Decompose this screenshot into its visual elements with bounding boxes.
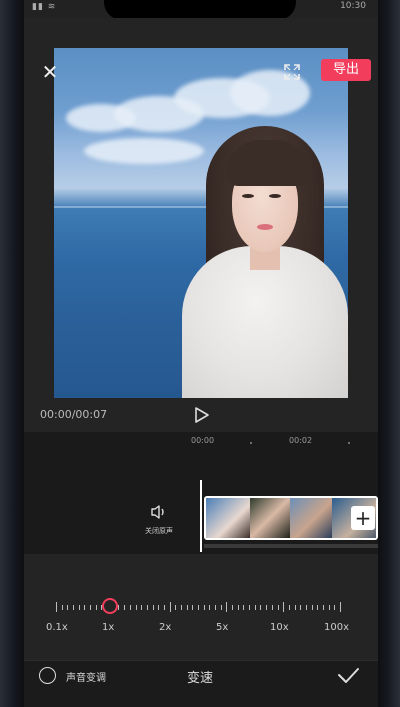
slider-tick: [95, 605, 97, 610]
clip-frame: [250, 498, 290, 538]
status-time: 10:30: [340, 1, 366, 11]
slider-tick: [226, 602, 228, 612]
speaker-icon: [151, 505, 164, 519]
eye: [269, 194, 281, 198]
slider-tick: [311, 605, 313, 610]
slider-tick: [84, 605, 86, 610]
speed-option[interactable]: 2x: [159, 622, 171, 633]
slider-tick: [141, 605, 143, 610]
slider-tick: [152, 605, 154, 610]
slider-tick: [192, 605, 194, 610]
ruler-dot: [250, 442, 252, 444]
slider-tick: [305, 605, 307, 610]
playback-time: 00:00/00:07: [40, 408, 108, 421]
slider-tick: [158, 605, 160, 610]
slider-tick: [118, 605, 120, 610]
timeline-ruler: 00:00 00:02: [24, 434, 378, 450]
signal-icon: ▮▮ ≋: [32, 2, 57, 12]
close-icon: ✕: [41, 60, 59, 84]
screen: ▮▮ ≋ 10:30 ✕ 导出 00:00/00:07 00:00 00:02 …: [24, 0, 378, 707]
speed-option[interactable]: 5x: [216, 622, 228, 633]
confirm-button[interactable]: [336, 664, 360, 686]
mute-original-audio-label: 关闭原声: [145, 527, 173, 535]
slider-tick: [232, 605, 234, 610]
close-button[interactable]: ✕: [40, 62, 60, 82]
add-clip-button[interactable]: +: [351, 506, 375, 530]
slider-tick: [294, 605, 296, 610]
lips: [257, 224, 273, 230]
phone-bezel-right: [378, 0, 400, 707]
slider-tick: [266, 605, 268, 610]
slider-tick: [73, 605, 75, 610]
ruler-dot: [348, 442, 350, 444]
slider-tick: [124, 605, 126, 610]
slider-tick: [260, 605, 262, 610]
slider-tick: [67, 605, 69, 610]
slider-tick: [237, 605, 239, 610]
eye: [242, 194, 254, 198]
speed-slider-track[interactable]: [56, 602, 341, 612]
play-icon: [195, 407, 209, 423]
slider-tick: [254, 605, 256, 610]
slider-tick: [277, 605, 279, 610]
slider-tick: [180, 605, 182, 610]
slider-tick: [334, 605, 336, 610]
slider-tick: [198, 605, 199, 610]
speed-option[interactable]: 0.1x: [46, 622, 68, 633]
slider-tick: [300, 605, 302, 610]
slider-tick: [146, 605, 148, 610]
slider-tick: [61, 605, 63, 610]
slider-tick: [135, 605, 137, 610]
slider-tick: [328, 605, 330, 610]
phone-bezel-left: [0, 0, 24, 707]
slider-tick: [243, 605, 245, 610]
speed-option[interactable]: 10x: [270, 622, 289, 633]
person-bangs: [226, 140, 310, 186]
check-icon: [338, 668, 359, 683]
phone-device: ▮▮ ≋ 10:30 ✕ 导出 00:00/00:07 00:00 00:02 …: [0, 0, 400, 707]
slider-tick: [129, 605, 131, 610]
panel-title: 变速: [187, 671, 214, 686]
slider-tick: [169, 602, 171, 612]
slider-tick: [90, 605, 92, 610]
speed-option[interactable]: 100x: [324, 622, 349, 633]
slider-tick: [78, 605, 80, 610]
notch: [104, 0, 296, 20]
slider-tick: [271, 605, 273, 610]
speed-option[interactable]: 1x: [102, 622, 114, 633]
playhead[interactable]: [200, 480, 202, 552]
slider-tick: [56, 602, 57, 612]
slider-tick: [209, 605, 211, 610]
clip-frame: [290, 498, 332, 538]
slider-tick: [288, 605, 290, 610]
slider-tick: [186, 605, 188, 610]
pitch-shift-label[interactable]: 声音变调: [66, 669, 106, 684]
ruler-label: 00:02: [289, 436, 313, 445]
ruler-label: 00:00: [191, 436, 215, 445]
mute-original-audio-button[interactable]: 关闭原声: [138, 504, 180, 540]
pitch-shift-radio[interactable]: [39, 667, 56, 684]
slider-tick: [322, 605, 324, 610]
cloud: [84, 138, 204, 164]
speed-slider-handle[interactable]: [102, 598, 118, 614]
slider-tick: [220, 605, 222, 610]
slider-tick: [215, 605, 217, 610]
plus-icon: +: [354, 506, 372, 530]
video-preview[interactable]: [54, 48, 348, 398]
clip-frame: [206, 498, 250, 538]
slider-tick: [317, 605, 319, 610]
slider-tick: [340, 602, 341, 612]
fullscreen-icon: [284, 64, 300, 80]
export-button[interactable]: 导出: [321, 59, 371, 81]
fullscreen-button[interactable]: [282, 62, 302, 82]
slider-tick: [175, 605, 177, 610]
slider-tick: [163, 605, 165, 610]
slider-tick: [283, 602, 285, 612]
top-area: [24, 18, 378, 48]
play-button[interactable]: [194, 406, 210, 424]
slider-tick: [249, 605, 251, 610]
audio-track: [204, 544, 378, 548]
slider-tick: [203, 605, 205, 610]
